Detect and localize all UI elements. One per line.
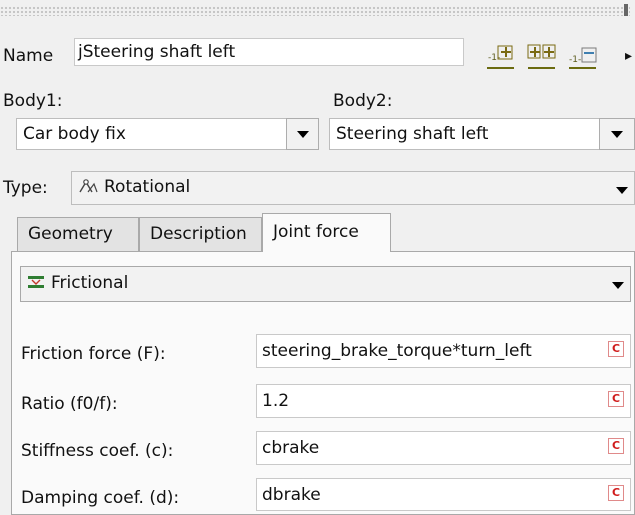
damping-value: dbrake [262, 485, 321, 505]
body2-label: Body2: [333, 91, 393, 111]
damping-input[interactable]: dbrake C [256, 478, 631, 511]
joint-name-input[interactable]: jSteering shaft left [74, 38, 464, 66]
chevron-down-icon [611, 131, 623, 138]
toolbar-grip-edge [624, 4, 628, 16]
frictional-icon [28, 276, 44, 288]
name-label: Name [3, 46, 54, 66]
chevron-down-icon [612, 282, 624, 289]
body1-label: Body1: [3, 91, 63, 111]
rotational-joint-icon [79, 179, 98, 193]
add-multiple-joints-icon [527, 44, 556, 69]
chevron-down-icon [616, 187, 628, 194]
toolbar-grip[interactable] [0, 6, 630, 16]
ratio-input[interactable]: 1.2 C [256, 384, 631, 418]
stiffness-value: cbrake [262, 438, 320, 458]
body2-dropdown-button[interactable] [599, 118, 635, 150]
tab-geometry[interactable]: Geometry [17, 217, 139, 251]
body1-select[interactable]: Car body fix [16, 118, 286, 150]
stiffness-label: Stiffness coef. (c): [21, 441, 174, 461]
stiffness-expression-button[interactable]: C [608, 438, 624, 454]
friction-force-label: Friction force (F): [21, 344, 166, 364]
ratio-value: 1.2 [262, 391, 290, 411]
friction-force-expression-button[interactable]: C [608, 341, 624, 357]
body2-select-value: Steering shaft left [336, 124, 489, 144]
remove-joint-button[interactable]: -1- [568, 44, 598, 70]
joint-type-select[interactable]: Rotational [71, 171, 635, 205]
type-label: Type: [3, 178, 48, 198]
remove-joint-icon: -1- [569, 47, 597, 69]
joint-type-value: Rotational [104, 177, 191, 197]
body1-select-value: Car body fix [23, 124, 126, 144]
ratio-expression-button[interactable]: C [608, 391, 624, 407]
toolbar-overflow-icon[interactable]: ▸ [625, 46, 632, 66]
add-joint-icon: -1- [487, 45, 514, 69]
chevron-down-icon [296, 131, 309, 138]
tab-description[interactable]: Description [139, 217, 262, 251]
friction-force-value: steering_brake_torque*turn_left [262, 341, 532, 361]
body1-dropdown-button[interactable] [286, 118, 319, 150]
body2-select[interactable]: Steering shaft left [329, 118, 599, 150]
ratio-label: Ratio (f0/f): [21, 394, 118, 414]
damping-expression-button[interactable]: C [608, 485, 624, 501]
add-joint-button[interactable]: -1- [486, 44, 516, 70]
damping-label: Damping coef. (d): [21, 488, 180, 508]
tab-joint-force[interactable]: Joint force [262, 213, 391, 252]
friction-force-input[interactable]: steering_brake_torque*turn_left C [256, 334, 631, 368]
force-type-value: Frictional [51, 273, 129, 293]
add-multiple-joints-button[interactable] [527, 44, 557, 70]
force-type-select[interactable]: Frictional [20, 266, 631, 302]
svg-text:-1-: -1- [569, 55, 581, 65]
stiffness-input[interactable]: cbrake C [256, 431, 631, 465]
